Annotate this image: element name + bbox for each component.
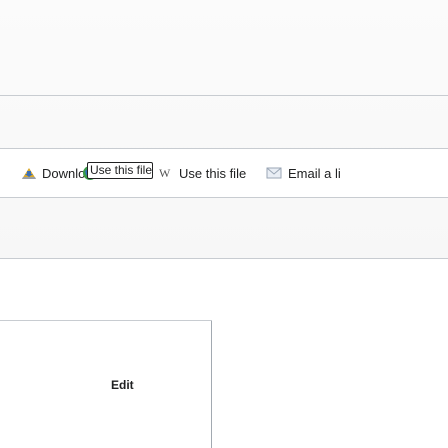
email-icon	[266, 166, 282, 180]
embed-input[interactable]: Use this file	[87, 162, 153, 179]
email-link-label: Email a li	[288, 165, 341, 181]
page-header-area	[0, 0, 448, 258]
email-link-button[interactable]: Email a li	[266, 163, 341, 183]
file-actions-toolbar: Download Use this file W Use this file E…	[0, 148, 448, 198]
use-this-file-label: Use this file	[179, 165, 247, 181]
divider-top	[0, 95, 448, 96]
edit-link[interactable]: Edit	[111, 378, 134, 392]
infobox-panel	[0, 320, 212, 448]
wikipedia-w-icon: W	[159, 166, 173, 180]
use-this-file-button[interactable]: W Use this file	[159, 163, 246, 183]
infobox-top-border	[0, 320, 212, 321]
divider-bottom	[0, 258, 448, 259]
download-icon	[20, 165, 38, 181]
svg-text:W: W	[159, 166, 171, 180]
